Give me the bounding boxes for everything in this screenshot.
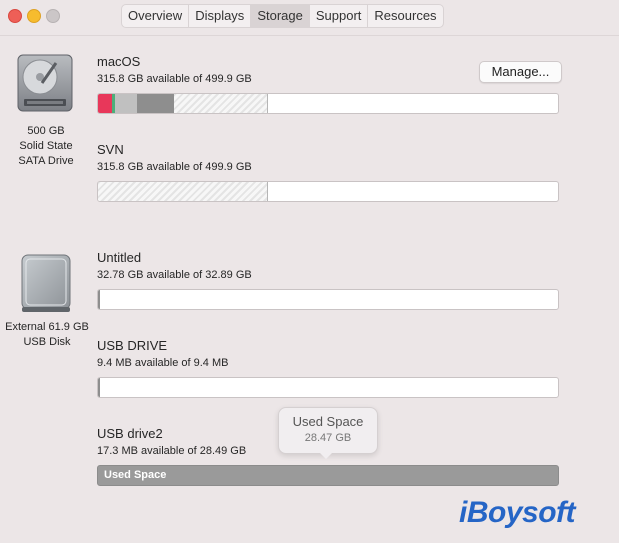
close-window-button[interactable]	[8, 9, 22, 23]
storage-bar-usb-drive2[interactable]: Used Space	[97, 465, 559, 486]
storage-bar-usb-drive[interactable]	[97, 377, 559, 398]
manage-button[interactable]: Manage...	[479, 61, 562, 83]
segment-used[interactable]	[98, 290, 100, 309]
disk-interface: USB Disk	[23, 336, 71, 348]
segment-purgeable[interactable]	[174, 94, 268, 113]
segment-used[interactable]	[98, 378, 100, 397]
volume-capacity: 17.3 MB available of 28.49 GB	[97, 445, 247, 457]
volume-name: Untitled	[97, 250, 142, 265]
tooltip-arrow	[318, 451, 334, 459]
segment-system[interactable]	[115, 94, 137, 113]
iboysoft-watermark-logo: iBoysoft	[459, 496, 576, 529]
volume-capacity: 32.78 GB available of 32.89 GB	[97, 269, 252, 281]
segment-other[interactable]	[137, 94, 174, 113]
segment-shared-used[interactable]	[98, 182, 268, 201]
storage-bar-svn[interactable]	[97, 181, 559, 202]
disk-capacity: External 61.9 GB	[5, 321, 89, 333]
volume-name: USB drive2	[97, 426, 163, 441]
disk-type: Solid State	[19, 140, 73, 152]
tab-displays[interactable]: Displays	[189, 5, 252, 27]
tooltip-title: Used Space	[292, 414, 364, 429]
internal-disk-caption: 500 GB Solid State SATA Drive	[8, 124, 84, 169]
volume-capacity: 315.8 GB available of 499.9 GB	[97, 161, 252, 173]
storage-bar-macos[interactable]	[97, 93, 559, 114]
volume-capacity: 315.8 GB available of 499.9 GB	[97, 73, 252, 85]
segment-apps[interactable]	[98, 94, 112, 113]
tab-overview[interactable]: Overview	[122, 5, 190, 27]
volume-name: macOS	[97, 54, 141, 69]
tooltip-value: 28.47 GB	[304, 432, 352, 444]
disk-interface: SATA Drive	[18, 155, 74, 167]
storage-bar-untitled[interactable]	[97, 289, 559, 310]
volume-capacity: 9.4 MB available of 9.4 MB	[97, 357, 229, 369]
tab-storage[interactable]: Storage	[251, 5, 310, 27]
titlebar-divider	[0, 35, 619, 36]
minimize-window-button[interactable]	[27, 9, 41, 23]
volume-name: SVN	[97, 142, 124, 157]
external-disk-caption: External 61.9 GB USB Disk	[2, 320, 92, 350]
tab-bar: Overview Displays Storage Support Resour…	[121, 4, 444, 28]
used-space-tooltip: Used Space 28.47 GB	[278, 407, 378, 454]
tab-support[interactable]: Support	[310, 5, 369, 27]
tab-resources[interactable]: Resources	[368, 5, 442, 27]
internal-drive-icon	[16, 53, 74, 118]
window-titlebar: Overview Displays Storage Support Resour…	[0, 0, 619, 32]
zoom-window-button[interactable]	[46, 9, 60, 23]
external-drive-icon	[16, 253, 76, 320]
used-space-label: Used Space	[104, 469, 167, 481]
disk-capacity: 500 GB	[27, 125, 65, 137]
volume-name: USB DRIVE	[97, 338, 168, 353]
